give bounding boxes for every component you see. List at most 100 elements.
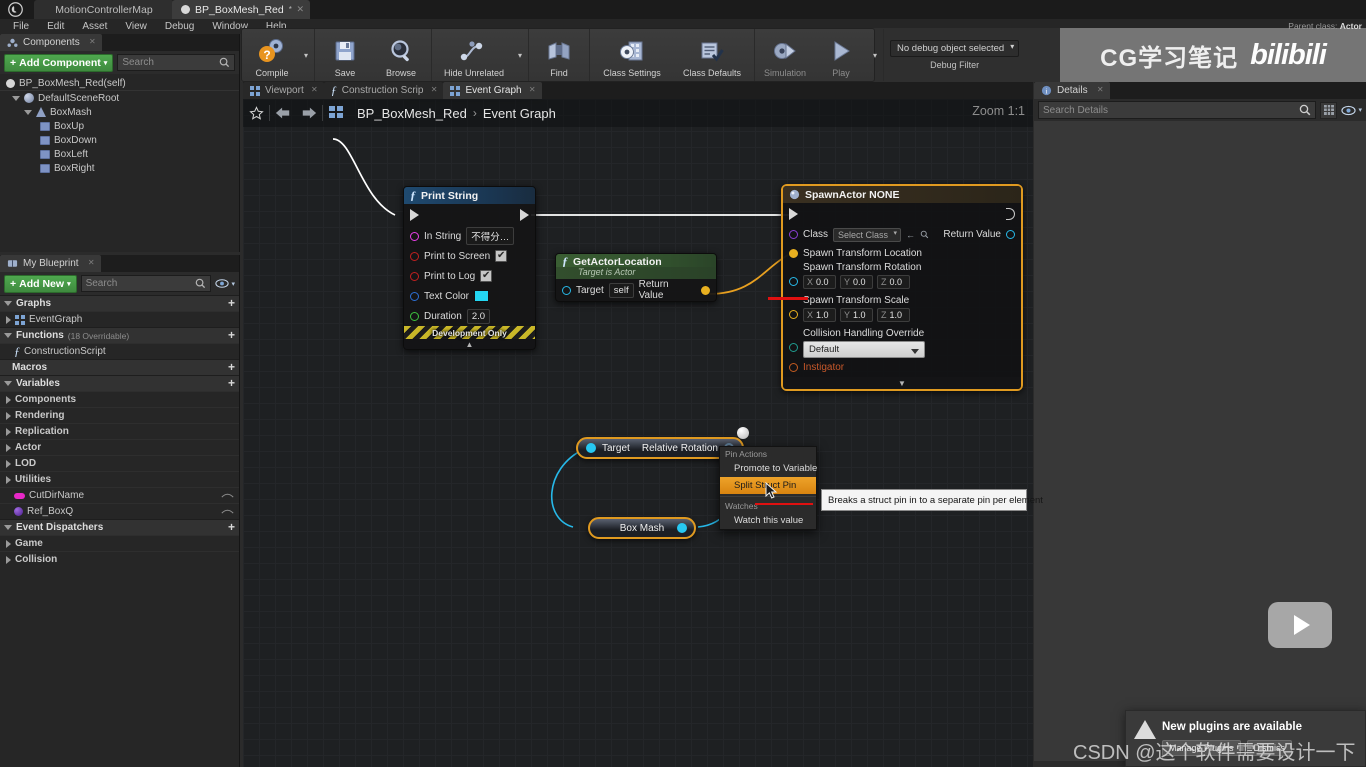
add-graph-button[interactable]: + (228, 297, 235, 310)
exec-in-pin-icon[interactable] (789, 208, 798, 220)
close-icon[interactable]: ✕ (296, 4, 304, 15)
scale-y-input[interactable]: Y 1.0 (840, 308, 873, 322)
exec-in-pin-icon[interactable] (410, 209, 419, 221)
expand-arrow-icon[interactable] (6, 411, 11, 420)
variable-category-rendering[interactable]: Rendering (0, 407, 239, 423)
print-to-screen-checkbox[interactable]: ✔ (495, 250, 508, 262)
scale-z-input[interactable]: Z 1.0 (877, 308, 910, 322)
menu-item-debug[interactable]: Debug (156, 19, 203, 34)
duration-value-input[interactable]: 2.0 (466, 308, 491, 324)
component-row-boxleft[interactable]: BoxLeft (0, 147, 239, 161)
exec-out-pin-icon[interactable] (1006, 208, 1015, 220)
expand-arrow-icon[interactable] (6, 395, 11, 404)
close-icon[interactable]: ✕ (529, 85, 536, 94)
class-defaults-button[interactable]: Class Defaults (672, 29, 752, 81)
close-icon[interactable]: ✕ (89, 37, 96, 46)
variable-item-cutdirname[interactable]: CutDirName (0, 487, 239, 503)
node-box-mash[interactable]: Box Mash (588, 517, 696, 539)
myblueprint-search-input[interactable]: Search (80, 275, 212, 292)
print-to-log-pin-icon[interactable] (410, 271, 419, 281)
variable-category-actor[interactable]: Actor (0, 439, 239, 455)
eye-icon[interactable] (221, 491, 234, 500)
hide-unrelated-dropdown-icon[interactable]: ▾ (514, 29, 526, 81)
node-spawn-actor[interactable]: SpawnActor NONE Class Select Class ← Ret… (781, 184, 1023, 391)
expand-arrow-icon[interactable] (6, 539, 11, 548)
tab-event-graph[interactable]: Event Graph ✕ (443, 82, 542, 99)
expand-arrow-icon[interactable] (6, 427, 11, 436)
variable-category-components[interactable]: Components (0, 391, 239, 407)
spawn-location-pin-icon[interactable] (789, 248, 798, 258)
function-item-constructionscript[interactable]: ƒ ConstructionScript (0, 343, 239, 359)
find-button[interactable]: Find (531, 29, 587, 81)
section-variables[interactable]: Variables + (0, 375, 239, 391)
section-event-dispatchers[interactable]: Event Dispatchers + (0, 519, 239, 535)
print-to-screen-pin-icon[interactable] (410, 251, 419, 261)
forward-arrow-icon[interactable] (296, 100, 322, 126)
expand-arrow-icon[interactable] (6, 459, 11, 468)
tab-viewport[interactable]: Viewport ✕ (243, 82, 324, 99)
expand-arrow-icon[interactable] (4, 381, 12, 386)
add-event-dispatcher-button[interactable]: + (228, 521, 235, 534)
exec-out-pin-icon[interactable] (520, 209, 529, 221)
duration-pin-icon[interactable] (410, 311, 419, 321)
tab-details[interactable]: i Details ✕ (1034, 82, 1110, 99)
variable-category-utilities[interactable]: Utilities (0, 471, 239, 487)
expand-arrow-icon[interactable] (4, 333, 12, 338)
component-row-boxright[interactable]: BoxRight (0, 161, 239, 175)
expand-arrow-icon[interactable] (24, 109, 32, 115)
visibility-options-button[interactable]: ▾ (215, 278, 235, 289)
menu-item-promote-to-variable[interactable]: Promote to Variable (720, 460, 817, 477)
scale-x-input[interactable]: X 1.0 (803, 308, 836, 322)
expand-arrow-icon[interactable] (4, 301, 12, 306)
text-color-pin-icon[interactable] (410, 291, 419, 301)
graph-item-eventgraph[interactable]: EventGraph (0, 311, 239, 327)
add-new-button[interactable]: + Add New ▾ (4, 274, 77, 293)
expand-arrow-icon[interactable] (6, 475, 11, 484)
components-search-input[interactable]: Search (117, 54, 235, 71)
class-select[interactable]: Select Class (833, 227, 902, 242)
section-functions[interactable]: Functions (18 Overridable) + (0, 327, 239, 343)
menu-item-edit[interactable]: Edit (38, 19, 73, 34)
event-graph-canvas[interactable]: Duration 2.0 Development Only ▲ (243, 99, 1033, 767)
rotation-z-input[interactable]: Z 0.0 (877, 275, 910, 289)
add-macro-button[interactable]: + (228, 361, 235, 374)
close-icon[interactable]: ✕ (311, 85, 318, 94)
collapse-icon[interactable]: ▲ (404, 339, 535, 349)
spawn-rotation-pin-icon[interactable] (789, 277, 798, 286)
variable-category-replication[interactable]: Replication (0, 423, 239, 439)
tab-components[interactable]: Components ✕ (0, 34, 102, 51)
target-value[interactable]: self (608, 282, 634, 298)
graph-grid-icon[interactable] (323, 100, 349, 126)
add-variable-button[interactable]: + (228, 377, 235, 390)
expand-arrow-icon[interactable] (6, 443, 11, 452)
tab-my-blueprint[interactable]: My Blueprint ✕ (0, 255, 101, 272)
text-color-swatch[interactable] (474, 290, 490, 302)
close-icon[interactable]: ✕ (431, 85, 438, 94)
expand-arrow-icon[interactable] (4, 525, 12, 530)
compile-button[interactable]: ? Compile (244, 29, 300, 81)
return-value-pin-icon[interactable] (701, 285, 710, 295)
expand-arrow-icon[interactable] (6, 555, 11, 564)
section-macros[interactable]: Macros + (0, 359, 239, 375)
target-pin-icon[interactable] (586, 443, 596, 453)
drag-handle-dot[interactable] (737, 427, 749, 439)
rotation-y-input[interactable]: Y 0.0 (840, 275, 873, 289)
menu-item-asset[interactable]: Asset (73, 19, 116, 34)
component-row-defaultsceneroot[interactable]: DefaultSceneRoot (0, 91, 239, 105)
use-selected-asset-icon[interactable]: ← (906, 230, 915, 240)
target-pin-icon[interactable] (562, 285, 571, 295)
close-icon[interactable]: ✕ (1097, 85, 1104, 94)
document-tab-bp-boxmesh-red[interactable]: BP_BoxMesh_Red * ✕ (172, 0, 310, 19)
add-function-button[interactable]: + (228, 329, 235, 342)
return-value-pin-icon[interactable] (1006, 230, 1015, 239)
box-mash-output-pin-icon[interactable] (677, 523, 687, 533)
component-root-row[interactable]: BP_BoxMesh_Red(self) (0, 76, 239, 91)
expand-arrow-icon[interactable] (12, 95, 20, 101)
node-print-string[interactable]: ƒ Print String In String 不得分… Print to S… (403, 186, 536, 350)
class-settings-button[interactable]: Class Settings (592, 29, 672, 81)
breadcrumb-parent[interactable]: BP_BoxMesh_Red (357, 106, 467, 121)
eye-icon[interactable] (221, 507, 234, 516)
component-row-boxdown[interactable]: BoxDown (0, 133, 239, 147)
menu-item-view[interactable]: View (116, 19, 156, 34)
browse-asset-icon[interactable] (920, 230, 929, 239)
